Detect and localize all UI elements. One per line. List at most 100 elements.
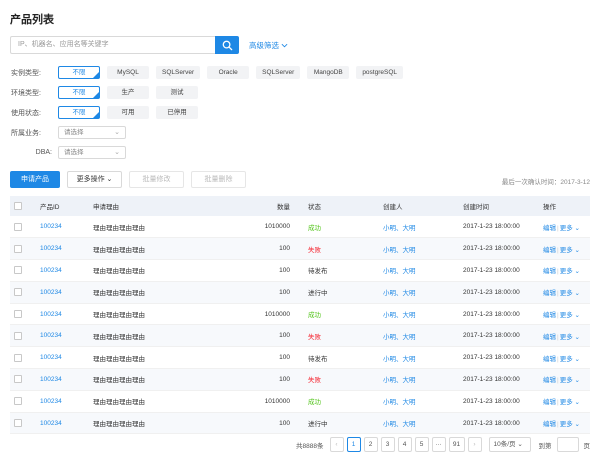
edit-link[interactable]: 编辑 — [543, 225, 556, 232]
chevron-down-icon: ⌄ — [114, 149, 120, 156]
chevron-down-icon: ⌄ — [572, 421, 580, 429]
row-checkbox[interactable] — [14, 375, 22, 384]
creator-cell[interactable]: 小明、大明 — [379, 347, 459, 369]
creator-cell[interactable]: 小明、大明 — [379, 260, 459, 282]
tag-option[interactable]: Oracle — [207, 66, 250, 79]
product-id-link[interactable]: 100234 — [36, 216, 89, 238]
creator-cell[interactable]: 小明、大明 — [379, 216, 459, 238]
product-id-link[interactable]: 100234 — [36, 260, 89, 282]
more-link[interactable]: 更多 — [560, 290, 573, 297]
page-button[interactable]: 5 — [414, 437, 429, 452]
more-link[interactable]: 更多 — [560, 399, 573, 406]
tag-option[interactable]: 已停用 — [156, 106, 198, 119]
edit-link[interactable]: 编辑 — [543, 377, 556, 384]
search-input[interactable]: IP、机器名、应用名等关键字 — [10, 36, 215, 54]
reason-cell: 理由理由理由理由 — [93, 421, 145, 429]
edit-link[interactable]: 编辑 — [543, 421, 556, 428]
edit-link[interactable]: 编辑 — [543, 399, 556, 406]
more-link[interactable]: 更多 — [560, 356, 573, 363]
apply-product-button[interactable]: 申请产品 — [10, 171, 60, 188]
creator-cell[interactable]: 小明、大明 — [379, 325, 459, 347]
batch-edit-button[interactable]: 批量修改 — [129, 171, 184, 188]
more-link[interactable]: 更多 — [560, 377, 573, 384]
creator-cell[interactable]: 小明、大明 — [379, 303, 459, 325]
more-link[interactable]: 更多 — [560, 268, 573, 275]
product-id-link[interactable]: 100234 — [36, 238, 89, 260]
product-id-link[interactable]: 100234 — [36, 347, 89, 369]
product-id-link[interactable]: 100234 — [36, 369, 89, 391]
row-checkbox[interactable] — [14, 397, 22, 406]
row-checkbox[interactable] — [14, 353, 22, 362]
select-all-checkbox[interactable] — [14, 202, 22, 210]
product-id-link[interactable]: 100234 — [36, 412, 89, 434]
chevron-down-icon: ⌄ — [572, 224, 580, 232]
row-checkbox[interactable] — [14, 288, 22, 297]
product-id-link[interactable]: 100234 — [36, 390, 89, 412]
tag-option[interactable]: 不限 — [58, 86, 100, 99]
tag-option[interactable]: MySQL — [107, 66, 149, 79]
creator-cell[interactable]: 小明、大明 — [379, 412, 459, 434]
business-select[interactable]: 请选择 ⌄ — [58, 126, 126, 139]
row-checkbox[interactable] — [14, 310, 22, 319]
divider: | — [557, 333, 559, 341]
row-checkbox[interactable] — [14, 419, 22, 428]
creator-cell[interactable]: 小明、大明 — [379, 281, 459, 303]
more-link[interactable]: 更多 — [560, 334, 573, 341]
batch-delete-button[interactable]: 批量删除 — [191, 171, 246, 188]
tag-option[interactable]: 生产 — [107, 86, 149, 99]
row-checkbox[interactable] — [14, 266, 22, 275]
creator-cell[interactable]: 小明、大明 — [379, 369, 459, 391]
page-button[interactable]: 3 — [380, 437, 395, 452]
tag-option[interactable]: SQLServer — [156, 66, 201, 79]
reason-cell: 理由理由理由理由 — [93, 224, 145, 232]
tag-option[interactable]: MangoDB — [307, 66, 350, 79]
next-page-button[interactable]: › — [467, 437, 482, 452]
more-actions-button[interactable]: 更多操作 ⌄ — [67, 171, 122, 188]
divider: | — [557, 377, 559, 385]
page-button[interactable]: 2 — [363, 437, 378, 452]
more-link[interactable]: 更多 — [560, 247, 573, 254]
tag-option[interactable]: 测试 — [156, 86, 198, 99]
dba-select[interactable]: 请选择 ⌄ — [58, 146, 126, 159]
creator-cell[interactable]: 小明、大明 — [379, 238, 459, 260]
advanced-filter-link[interactable]: 高级筛选 — [249, 40, 288, 51]
more-link[interactable]: 更多 — [560, 312, 573, 319]
tag-option[interactable]: SQLServer — [256, 66, 301, 79]
edit-link[interactable]: 编辑 — [543, 356, 556, 363]
page-size-select[interactable]: 10条/页 ⌄ — [488, 437, 531, 452]
product-id-link[interactable]: 100234 — [36, 303, 89, 325]
divider: | — [557, 290, 559, 298]
edit-link[interactable]: 编辑 — [543, 247, 556, 254]
filter-label: 所属业务: — [11, 129, 41, 137]
reason-cell: 理由理由理由理由 — [93, 399, 145, 407]
search-button[interactable] — [215, 36, 239, 54]
edit-link[interactable]: 编辑 — [543, 334, 556, 341]
product-id-link[interactable]: 100234 — [36, 281, 89, 303]
divider: | — [557, 312, 559, 320]
quantity-cell: 100 — [279, 354, 290, 362]
product-id-link[interactable]: 100234 — [36, 325, 89, 347]
page-button[interactable]: 4 — [397, 437, 412, 452]
more-link[interactable]: 更多 — [560, 225, 573, 232]
edit-link[interactable]: 编辑 — [543, 290, 556, 297]
jump-page-input[interactable] — [556, 437, 579, 452]
tag-option[interactable]: 不限 — [58, 66, 100, 79]
reason-cell: 理由理由理由理由 — [93, 333, 145, 341]
more-link[interactable]: 更多 — [560, 421, 573, 428]
tag-option[interactable]: 可用 — [107, 106, 149, 119]
row-checkbox[interactable] — [14, 331, 22, 340]
edit-link[interactable]: 编辑 — [543, 312, 556, 319]
edit-link[interactable]: 编辑 — [543, 268, 556, 275]
page-button[interactable]: 91 — [448, 437, 465, 452]
prev-page-button[interactable]: ‹ — [329, 437, 344, 452]
creator-cell[interactable]: 小明、大明 — [379, 390, 459, 412]
row-checkbox[interactable] — [14, 222, 22, 231]
row-checkbox[interactable] — [14, 244, 22, 253]
more-actions-label: 更多操作 — [76, 176, 105, 183]
select-value: 请选择 — [64, 149, 84, 156]
tag-option[interactable]: 不限 — [58, 106, 100, 119]
page-button[interactable]: 1 — [346, 437, 361, 452]
tag-option[interactable]: postgreSQL — [356, 66, 403, 79]
filter-label: 环境类型: — [11, 89, 41, 97]
table-row: 100234 理由理由理由理由 100 进行中 小明、大明 2017-1-23 18:00… — [10, 412, 590, 434]
